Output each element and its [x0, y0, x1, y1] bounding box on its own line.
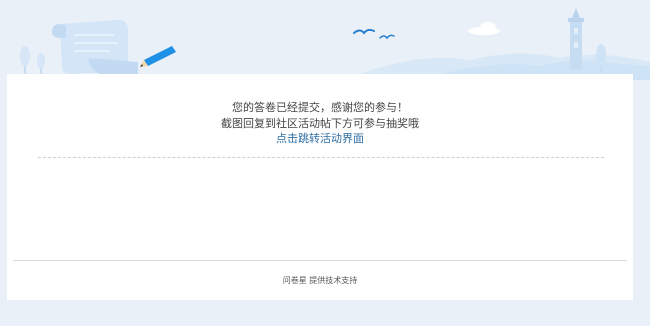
tree-icon — [20, 46, 45, 74]
pencil-icon — [140, 46, 176, 67]
dotted-divider — [38, 157, 604, 158]
tower-icon — [568, 8, 584, 70]
paper-scroll-icon — [52, 20, 138, 74]
footer-brand-link[interactable]: 问卷星 — [283, 276, 307, 285]
instruction-message: 截图回复到社区活动帖下方可参与抽奖哦 — [221, 117, 419, 130]
activity-link[interactable]: 点击跳转活动界面 — [7, 132, 633, 146]
footer-support-text: 提供技术支持 — [309, 276, 358, 285]
birds-icon — [353, 28, 395, 40]
result-card: 您的答卷已经提交，感谢您的参与！ 截图回复到社区活动帖下方可参与抽奖哦 点击跳转… — [7, 74, 633, 300]
cloud-icon — [468, 22, 500, 35]
thank-you-message: 您的答卷已经提交，感谢您的参与！ — [232, 101, 408, 114]
header-banner — [0, 0, 650, 80]
footer: 问卷星 提供技术支持 — [7, 276, 633, 286]
footer-divider — [13, 260, 627, 261]
